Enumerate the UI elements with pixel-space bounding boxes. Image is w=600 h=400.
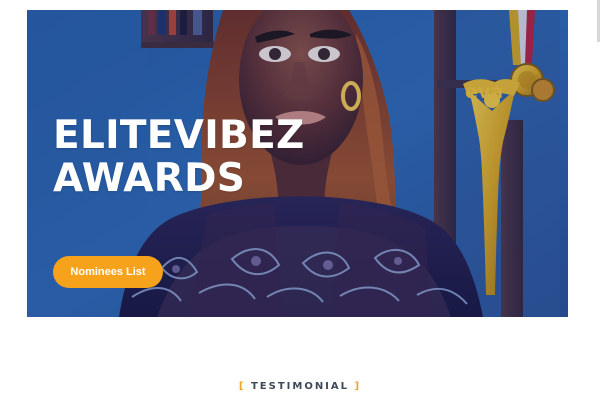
page: eva ELITEVIBEZ AWARDS Nominees List [TE… (0, 0, 600, 400)
testimonial-right-bracket: ] (354, 381, 362, 392)
testimonial-left-bracket: [ (238, 381, 246, 392)
testimonial-label: TESTIMONIAL (250, 381, 350, 392)
nominees-list-button[interactable]: Nominees List (53, 256, 163, 288)
hero-banner: eva ELITEVIBEZ AWARDS Nominees List (27, 10, 568, 317)
testimonial-section-heading: [ TESTIMONIAL ] (0, 381, 600, 392)
hero-title: ELITEVIBEZ AWARDS (53, 113, 305, 201)
